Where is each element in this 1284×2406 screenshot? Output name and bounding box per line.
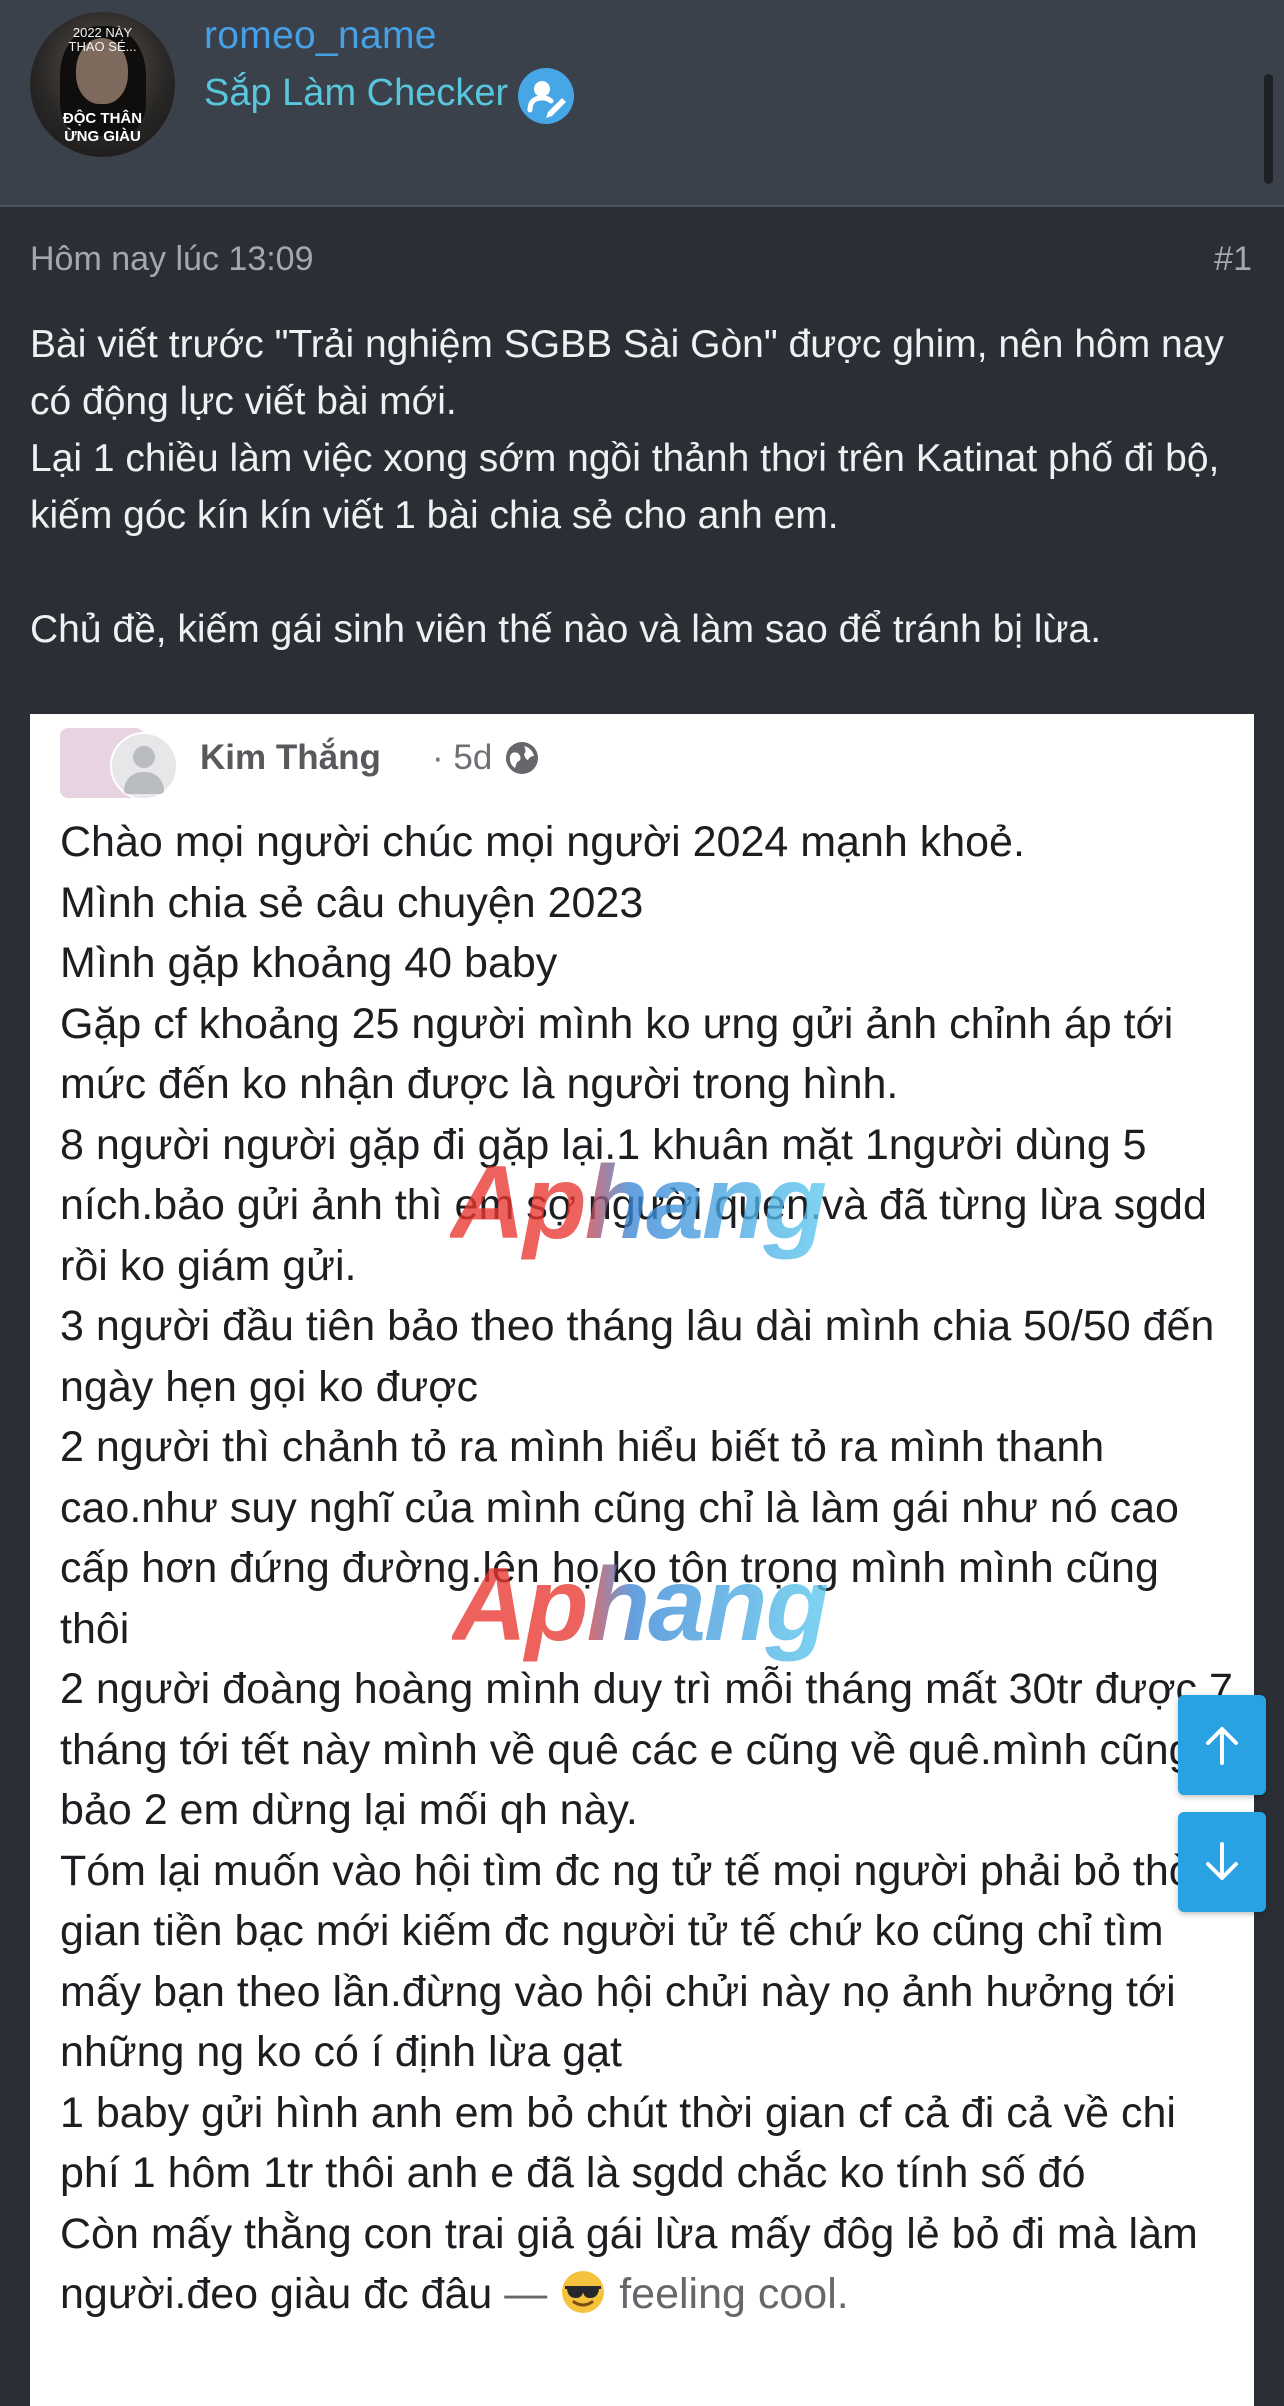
page-scrollbar[interactable]	[1264, 74, 1273, 184]
edit-badge-icon	[518, 68, 574, 124]
arrow-up-icon	[1206, 1727, 1238, 1765]
avatar-caption-bottom: ĐỘC THÂN ỪNG GIÀU	[62, 110, 143, 145]
post-timestamp[interactable]: Hôm nay lúc 13:09	[30, 240, 314, 279]
default-user-icon	[110, 732, 178, 800]
feeling-text: feeling cool.	[607, 2270, 849, 2318]
user-title: Sắp Làm Checker	[204, 72, 509, 114]
watermark-logo: Aphang	[450, 1145, 827, 1261]
post-body-text: Bài viết trước "Trải nghiệm SGBB Sài Gòn…	[30, 323, 1224, 651]
sunglasses-emoji-icon	[562, 2271, 605, 2313]
scroll-down-button[interactable]	[1178, 1812, 1266, 1912]
post-number-link[interactable]: #1	[1214, 240, 1252, 279]
fb-avatar	[60, 728, 178, 800]
fb-author-name: Kim Thắng	[200, 738, 381, 777]
globe-icon	[506, 742, 538, 774]
feeling-dash: —	[492, 2270, 560, 2318]
embedded-screenshot[interactable]: Kim Thắng · 5d · Chào mọi người chúc mọi…	[30, 714, 1254, 2406]
user-avatar[interactable]: 2022 NÀY THAO SÉ... ĐỘC THÂN ỪNG GIÀU	[30, 12, 175, 157]
arrow-down-icon	[1206, 1842, 1238, 1880]
watermark-logo: Aphang	[452, 1547, 829, 1663]
scroll-up-button[interactable]	[1178, 1695, 1266, 1795]
cropped-text-remnant	[220, 714, 1020, 726]
user-header: 2022 NÀY THAO SÉ... ĐỘC THÂN ỪNG GIÀU ro…	[0, 0, 1284, 207]
avatar-caption-top: 2022 NÀY THAO SÉ...	[68, 25, 137, 54]
username-link[interactable]: romeo_name	[204, 14, 437, 58]
